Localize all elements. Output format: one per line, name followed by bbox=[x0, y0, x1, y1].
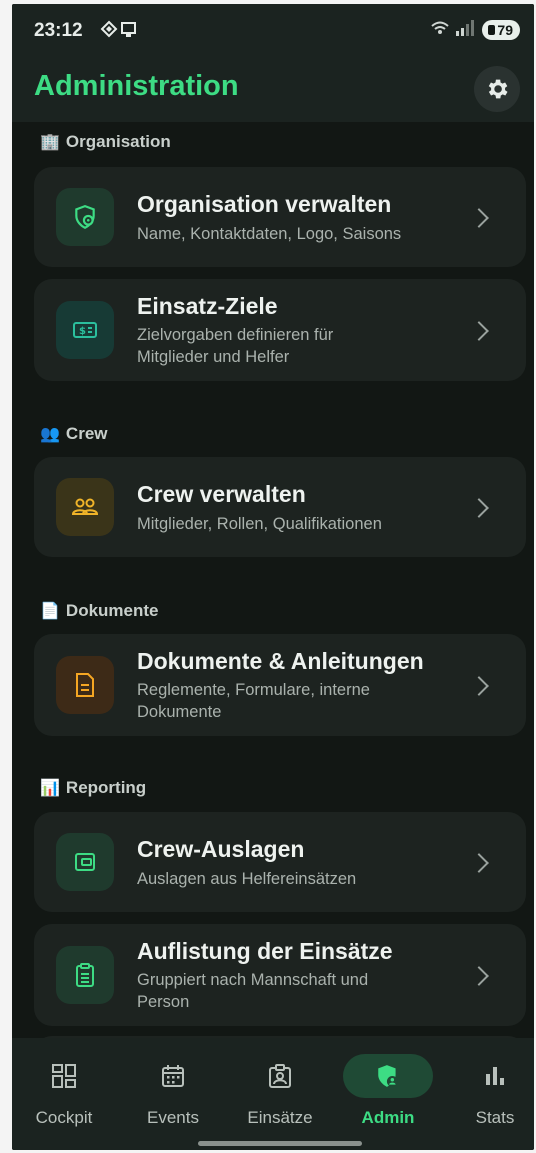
nav-item-admin[interactable]: Admin bbox=[338, 1054, 438, 1128]
chart-emoji-icon: 📊 bbox=[40, 780, 60, 797]
wallet-icon bbox=[75, 853, 95, 871]
nav-label: Einsätze bbox=[247, 1108, 313, 1127]
settings-button[interactable] bbox=[474, 66, 520, 112]
section-title: Reporting bbox=[65, 778, 147, 797]
wifi-signal-icon bbox=[430, 19, 475, 40]
section-title: Crew bbox=[65, 424, 108, 443]
chevron-right-icon bbox=[469, 676, 489, 696]
bottom-navigation: Cockpit Events Einsätze Admin Stats bbox=[12, 1038, 534, 1150]
svg-text:$: $ bbox=[79, 326, 86, 337]
card-einsatz-ziele[interactable]: $ Einsatz-Ziele Zielvorgaben definieren … bbox=[34, 279, 526, 381]
section-label-reporting: 📊 Reporting bbox=[40, 778, 146, 798]
nav-label: Cockpit bbox=[35, 1108, 93, 1127]
nav-item-stats[interactable]: Stats bbox=[445, 1056, 534, 1128]
chevron-right-icon bbox=[469, 966, 489, 986]
app-bar: Administration bbox=[12, 56, 534, 122]
status-time: 23:12 bbox=[34, 20, 83, 41]
chevron-right-icon bbox=[469, 321, 489, 341]
battery-level: 79 bbox=[497, 21, 513, 38]
card-title: Einsatz-Ziele bbox=[137, 293, 278, 319]
dashboard-icon bbox=[44, 1056, 84, 1096]
battery-icon bbox=[488, 24, 496, 35]
home-indicator[interactable] bbox=[198, 1141, 362, 1146]
icon-container bbox=[56, 946, 114, 1004]
chevron-right-icon bbox=[469, 498, 489, 518]
shield-admin-icon bbox=[378, 1065, 398, 1087]
active-indicator bbox=[343, 1054, 433, 1098]
chevron-right-icon bbox=[469, 853, 489, 873]
nav-label: Admin bbox=[361, 1108, 415, 1127]
admin-content: 🏢 Organisation Organisation verwalten Na… bbox=[12, 122, 534, 1042]
status-bar: 23:12 79 bbox=[12, 4, 534, 56]
bar-chart-icon bbox=[475, 1056, 515, 1096]
card-subtitle: Reglemente, Formulare, interne Dokumente bbox=[137, 681, 370, 721]
card-auflistung-einsaetze[interactable]: Auflistung der Einsätze Gruppiert nach M… bbox=[34, 924, 526, 1026]
icon-container: $ bbox=[56, 301, 114, 359]
card-title: Dokumente & Anleitungen bbox=[137, 648, 424, 674]
card-title: Auflistung der Einsätze bbox=[137, 938, 393, 964]
card-title: Crew verwalten bbox=[137, 481, 306, 507]
phone-screen: 23:12 79 Administration 🏢 Organisation O… bbox=[12, 4, 534, 1150]
section-title: Organisation bbox=[65, 132, 171, 151]
calendar-icon bbox=[153, 1056, 193, 1096]
section-label-organisation: 🏢 Organisation bbox=[40, 132, 171, 152]
badge-icon bbox=[260, 1056, 300, 1096]
battery-indicator: 79 bbox=[482, 19, 520, 40]
nav-diamond-icon bbox=[100, 20, 136, 38]
card-crew-auslagen[interactable]: Crew-Auslagen Auslagen aus Helfereinsätz… bbox=[34, 812, 526, 912]
shield-gear-icon bbox=[75, 205, 95, 230]
gear-icon bbox=[488, 79, 508, 99]
card-subtitle: Auslagen aus Helfereinsätzen bbox=[137, 870, 357, 888]
nav-item-events[interactable]: Events bbox=[123, 1056, 223, 1128]
card-dokumente-anleitungen[interactable]: Dokumente & Anleitungen Reglemente, Form… bbox=[34, 634, 526, 736]
card-crew-verwalten[interactable]: Crew verwalten Mitglieder, Rollen, Quali… bbox=[34, 457, 526, 557]
section-title: Dokumente bbox=[65, 601, 159, 620]
chevron-right-icon bbox=[469, 208, 489, 228]
card-subtitle: Gruppiert nach Mannschaft und Person bbox=[137, 971, 369, 1011]
card-subtitle: Mitglieder, Rollen, Qualifikationen bbox=[137, 515, 382, 533]
section-label-dokumente: 📄 Dokumente bbox=[40, 601, 159, 621]
page-title: Administration bbox=[34, 70, 239, 102]
icon-container bbox=[56, 656, 114, 714]
people-icon bbox=[71, 498, 99, 515]
nav-item-cockpit[interactable]: Cockpit bbox=[14, 1056, 114, 1128]
money-target-icon: $ bbox=[73, 322, 97, 338]
card-subtitle: Name, Kontaktdaten, Logo, Saisons bbox=[137, 225, 402, 243]
icon-container bbox=[56, 833, 114, 891]
card-subtitle: Zielvorgaben definieren für Mitglieder u… bbox=[137, 326, 334, 366]
notification-icons bbox=[100, 20, 140, 45]
icon-container bbox=[56, 188, 114, 246]
clipboard-list-icon bbox=[76, 963, 94, 987]
card-title: Crew-Auslagen bbox=[137, 836, 305, 862]
nav-item-einsaetze[interactable]: Einsätze bbox=[230, 1056, 330, 1128]
section-label-crew: 👥 Crew bbox=[40, 424, 108, 444]
document-icon bbox=[76, 673, 94, 697]
nav-label: Events bbox=[147, 1108, 199, 1127]
card-title: Organisation verwalten bbox=[137, 191, 392, 217]
page-emoji-icon: 📄 bbox=[40, 603, 60, 620]
card-organisation-verwalten[interactable]: Organisation verwalten Name, Kontaktdate… bbox=[34, 167, 526, 267]
icon-container bbox=[56, 478, 114, 536]
people-emoji-icon: 👥 bbox=[40, 426, 60, 443]
nav-label: Stats bbox=[475, 1108, 515, 1127]
building-icon: 🏢 bbox=[40, 134, 60, 151]
